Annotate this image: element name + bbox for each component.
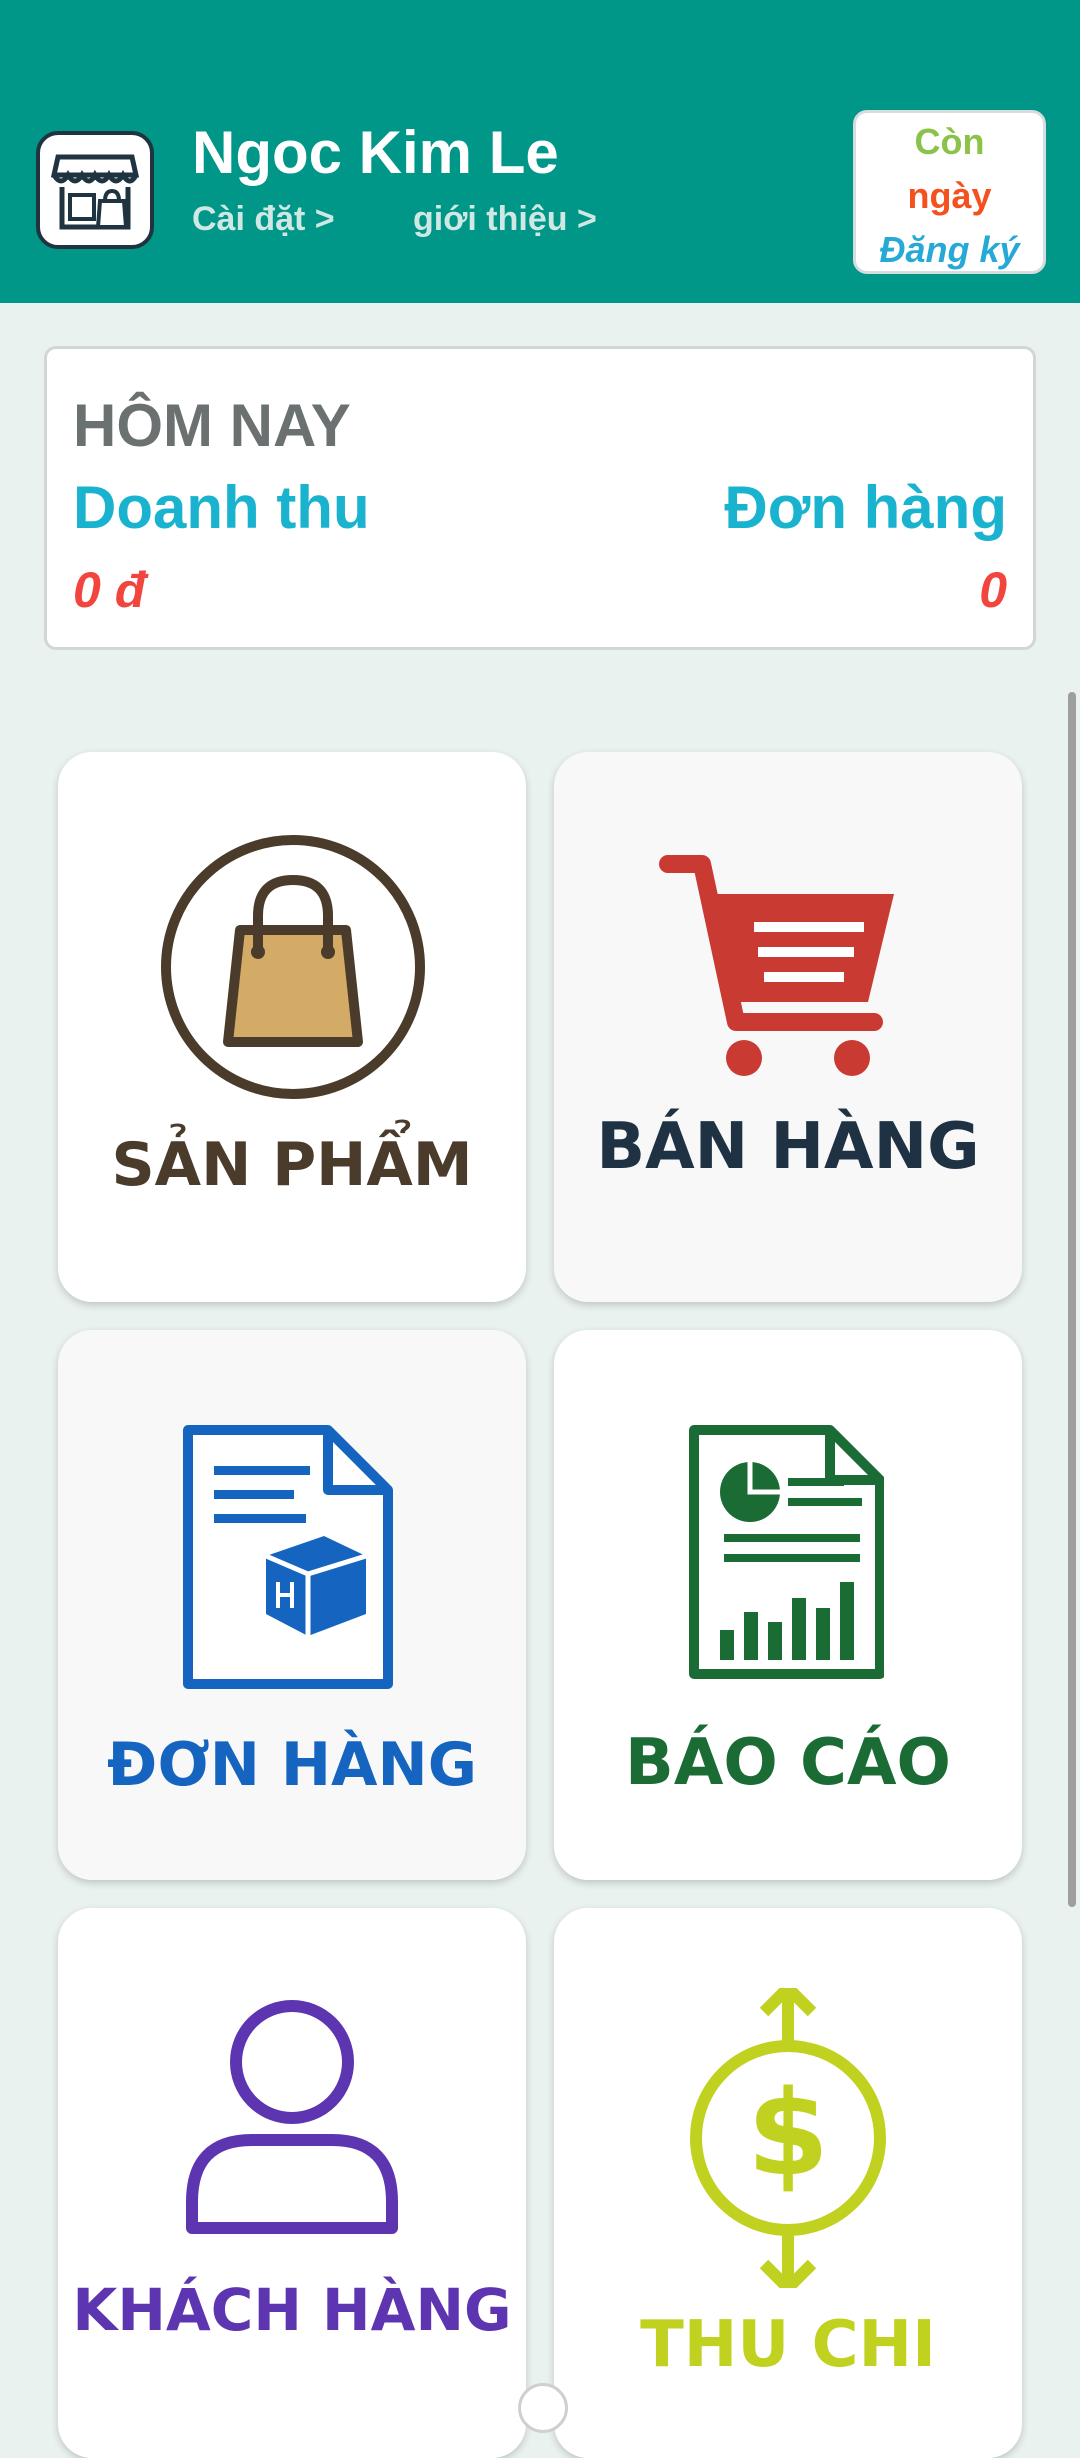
- shopping-bag-icon: [161, 835, 425, 1099]
- customer-icon: [186, 2000, 398, 2234]
- subscription-box[interactable]: Còn ngày Đăng ký: [853, 110, 1046, 274]
- orders-label: Đơn hàng: [724, 474, 1007, 541]
- menu-tile-products[interactable]: SẢN PHẨM: [58, 752, 526, 1302]
- menu-label-reports: BÁO CÁO: [625, 1726, 951, 1800]
- today-title: HÔM NAY: [73, 392, 351, 459]
- register-link[interactable]: Đăng ký: [856, 229, 1043, 271]
- menu-tile-customers[interactable]: KHÁCH HÀNG: [58, 1908, 526, 2458]
- orders-value: 0: [979, 562, 1007, 618]
- svg-text:$: $: [747, 2064, 829, 2202]
- dollar-icon: $: [690, 1988, 886, 2288]
- report-document-icon: [689, 1425, 884, 1679]
- shop-icon: [50, 154, 140, 230]
- revenue-label: Doanh thu: [73, 474, 370, 541]
- shopping-cart-icon: [659, 855, 894, 1076]
- menu-tile-income-expense[interactable]: $ THU CHI: [554, 1908, 1022, 2458]
- app-header: Ngoc Kim Le Cài đặt > giới thiệu > Còn n…: [0, 0, 1080, 303]
- today-summary-card: HÔM NAY Doanh thu Đơn hàng 0 đ 0: [44, 346, 1036, 650]
- menu-tile-sales[interactable]: BÁN HÀNG: [554, 752, 1022, 1302]
- menu-label-orders: ĐƠN HÀNG: [107, 1730, 477, 1800]
- shop-logo[interactable]: [36, 131, 154, 249]
- menu-label-products: SẢN PHẨM: [111, 1130, 473, 1200]
- menu-tile-orders[interactable]: ĐƠN HÀNG: [58, 1330, 526, 1880]
- about-link[interactable]: giới thiệu >: [413, 200, 597, 239]
- home-indicator[interactable]: [518, 2383, 568, 2433]
- scrollbar[interactable]: [1068, 692, 1076, 1907]
- shop-name: Ngoc Kim Le: [192, 119, 559, 186]
- settings-link[interactable]: Cài đặt >: [192, 200, 335, 239]
- menu-label-sales: BÁN HÀNG: [596, 1110, 980, 1184]
- days-remaining-label: Còn: [914, 121, 985, 162]
- menu-tile-reports[interactable]: BÁO CÁO: [554, 1330, 1022, 1880]
- menu-label-income-expense: THU CHI: [640, 2308, 936, 2382]
- menu-label-customers: KHÁCH HÀNG: [72, 2276, 512, 2344]
- order-document-icon: [183, 1425, 393, 1689]
- days-unit-label: ngày: [907, 175, 992, 216]
- revenue-value: 0 đ: [73, 562, 146, 618]
